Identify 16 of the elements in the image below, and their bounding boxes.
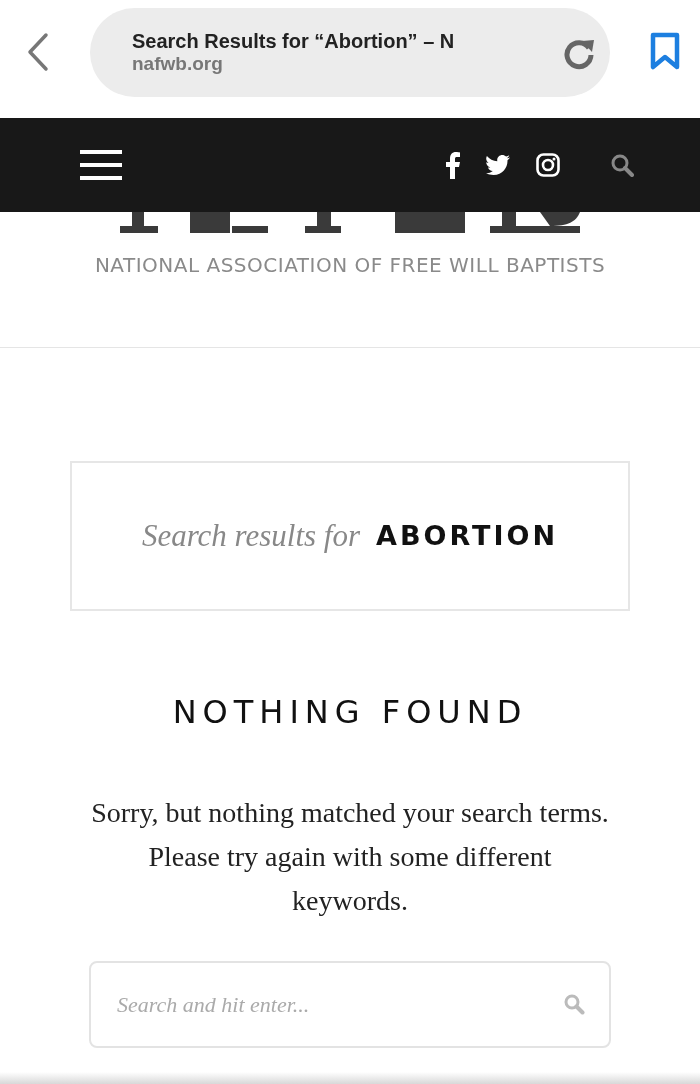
site-tagline: NATIONAL ASSOCIATION OF FREE WILL BAPTISTS bbox=[94, 252, 606, 279]
message-text: Sorry, but nothing matched your search terms. Please try again with some different keywords. bbox=[90, 796, 610, 919]
bookmark-icon[interactable] bbox=[650, 32, 680, 70]
search-icon[interactable] bbox=[610, 153, 634, 177]
twitter-icon[interactable] bbox=[486, 155, 510, 175]
back-icon[interactable] bbox=[26, 32, 50, 72]
results-label: Search results for bbox=[141, 516, 361, 555]
facebook-icon[interactable] bbox=[446, 151, 460, 179]
domain-text: nafwb.org bbox=[132, 53, 224, 76]
nothing-found-heading: NOTHING FOUND bbox=[171, 693, 529, 732]
search-field[interactable]: Search and hit enter... bbox=[89, 961, 611, 1049]
menu-icon[interactable] bbox=[80, 150, 122, 180]
page-title: Search Results for “Abortion” – N bbox=[132, 29, 456, 54]
search-query: ABORTION bbox=[376, 518, 559, 553]
instagram-icon[interactable] bbox=[536, 153, 560, 177]
address-bar[interactable]: Search Results for “Abortion” – N nafwb.org bbox=[90, 8, 610, 97]
